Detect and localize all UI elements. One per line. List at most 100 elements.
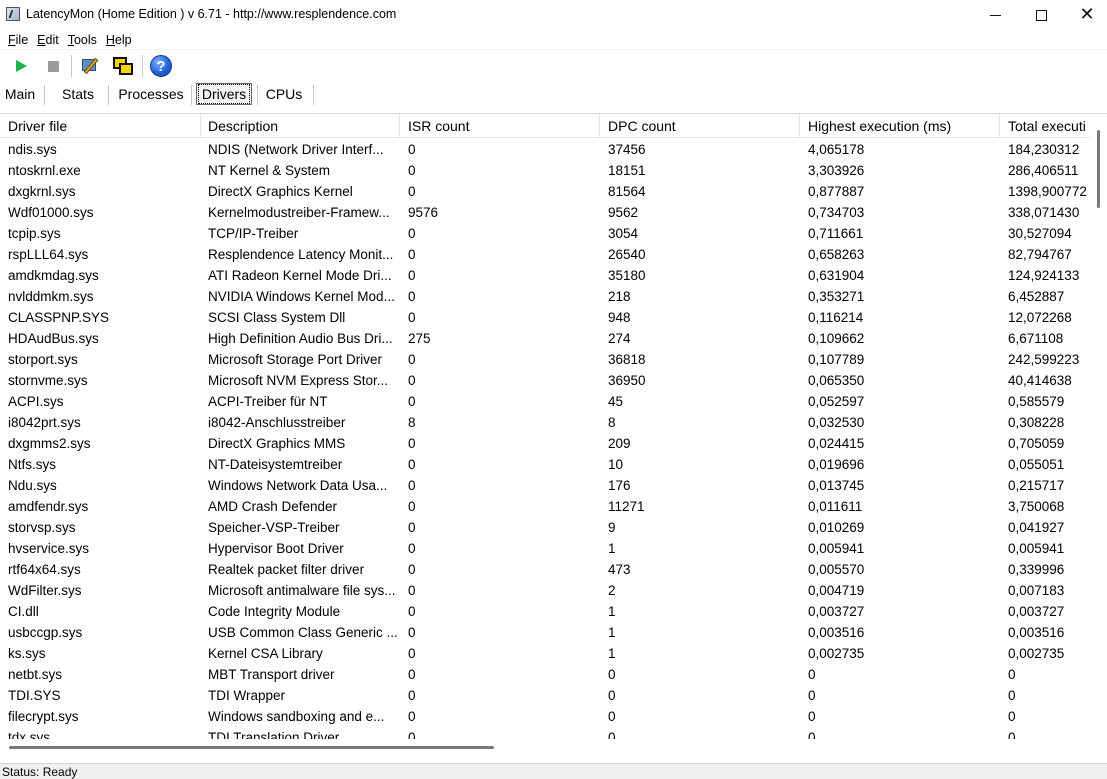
table-cell: Wdf01000.sys	[8, 205, 94, 220]
table-cell: tdx.sys	[8, 730, 51, 739]
start-button[interactable]	[9, 54, 33, 78]
table-row[interactable]: TDI.SYS TDI Wrapper 0 0 0 0	[0, 685, 1090, 706]
table-row[interactable]: storport.sys Microsoft Storage Port Drive…	[0, 349, 1090, 370]
table-cell: 0,024415	[808, 436, 865, 451]
column-header-isr-count[interactable]: ISR count	[400, 114, 600, 138]
table-cell: 9	[608, 520, 616, 535]
tab-cpus-label: CPUs	[265, 86, 303, 102]
help-button[interactable]: ?	[149, 54, 173, 78]
table-row[interactable]: HDAudBus.sys High Definition Audio Bus Dr…	[0, 328, 1090, 349]
tab-divider	[257, 85, 258, 105]
table-cell: Hypervisor Boot Driver	[208, 541, 344, 556]
table-row[interactable]: storvsp.sys Speicher-VSP-Treiber 0 9 0,01026…	[0, 517, 1090, 538]
table-row[interactable]: ks.sys Kernel CSA Library 0 1 0,002735 0,0027…	[0, 643, 1090, 664]
tab-drivers-label: Drivers	[197, 84, 251, 104]
windows-button[interactable]	[111, 54, 135, 78]
drivers-list[interactable]: Driver file Description ISR count DPC co…	[0, 113, 1107, 751]
table-cell: dxgmms2.sys	[8, 436, 91, 451]
table-row[interactable]: Ntfs.sys NT-Dateisystemtreiber 0 10 0,019696…	[0, 454, 1090, 475]
table-row[interactable]: tcpip.sys TCP/IP-Treiber 0 3054 0,711661 30,5…	[0, 223, 1090, 244]
table-cell: 3,750068	[1008, 499, 1065, 514]
table-cell: 0	[608, 667, 616, 682]
table-cell: 1	[608, 625, 616, 640]
table-cell: 37456	[608, 142, 646, 157]
table-cell: 0,003516	[808, 625, 865, 640]
table-cell: 0	[408, 163, 416, 178]
table-row[interactable]: tdx.sys TDI Translation Driver 0 0 0 0	[0, 727, 1090, 739]
tab-main[interactable]: Main	[0, 83, 40, 105]
table-cell: 0	[1008, 667, 1016, 682]
minimize-button[interactable]	[972, 0, 1018, 30]
table-row[interactable]: filecrypt.sys Windows sandboxing and e...…	[0, 706, 1090, 727]
tab-processes[interactable]: Processes	[116, 83, 186, 105]
table-cell: DirectX Graphics MMS	[208, 436, 346, 451]
table-cell: amdfendr.sys	[8, 499, 89, 514]
column-header-driver-file[interactable]: Driver file	[0, 114, 201, 138]
table-cell: rspLLL64.sys	[8, 247, 89, 262]
table-cell: 0,005941	[808, 541, 865, 556]
table-row[interactable]: stornvme.sys Microsoft NVM Express Stor..…	[0, 370, 1090, 391]
table-cell: CI.dll	[8, 604, 39, 619]
table-row[interactable]: CI.dll Code Integrity Module 0 1 0,003727 0,0…	[0, 601, 1090, 622]
tab-stats[interactable]: Stats	[55, 83, 101, 105]
table-cell: amdkmdag.sys	[8, 268, 99, 283]
table-row[interactable]: ndis.sys NDIS (Network Driver Interf... 0 3…	[0, 139, 1090, 160]
table-cell: 3054	[608, 226, 639, 241]
table-cell: 0	[608, 709, 616, 724]
table-row[interactable]: usbccgp.sys USB Common Class Generic ... 0…	[0, 622, 1090, 643]
table-row[interactable]: Ndu.sys Windows Network Data Usa... 0 176 0,…	[0, 475, 1090, 496]
table-row[interactable]: nvlddmkm.sys NVIDIA Windows Kernel Mod...…	[0, 286, 1090, 307]
column-header-dpc-count[interactable]: DPC count	[600, 114, 800, 138]
table-cell: 0	[408, 268, 416, 283]
table-row[interactable]: WdFilter.sys Microsoft antimalware file s…	[0, 580, 1090, 601]
stop-button[interactable]	[41, 54, 65, 78]
maximize-button[interactable]	[1018, 0, 1064, 30]
vertical-scroll-thumb[interactable]	[1097, 130, 1100, 208]
tab-drivers[interactable]: Drivers	[196, 83, 252, 105]
table-row[interactable]: CLASSPNP.SYS SCSI Class System Dll 0 948 0,1…	[0, 307, 1090, 328]
table-cell: 0	[408, 646, 416, 661]
table-cell: 0	[808, 730, 816, 739]
column-header-highest-execution[interactable]: Highest execution (ms)	[800, 114, 1000, 138]
tab-cpus[interactable]: CPUs	[262, 83, 306, 105]
table-row[interactable]: rspLLL64.sys Resplendence Latency Monit..…	[0, 244, 1090, 265]
table-row[interactable]: netbt.sys MBT Transport driver 0 0 0 0	[0, 664, 1090, 685]
table-row[interactable]: dxgmms2.sys DirectX Graphics MMS 0 209 0,024…	[0, 433, 1090, 454]
horizontal-scrollbar[interactable]	[0, 741, 1090, 751]
table-cell: WdFilter.sys	[8, 583, 82, 598]
maximize-icon	[1035, 9, 1047, 21]
table-row[interactable]: ACPI.sys ACPI-Treiber für NT 0 45 0,052597 0,…	[0, 391, 1090, 412]
menu-tools[interactable]: Tools	[64, 33, 102, 47]
table-cell: Speicher-VSP-Treiber	[208, 520, 340, 535]
table-cell: ks.sys	[8, 646, 46, 661]
table-cell: Kernelmodustreiber-Framew...	[208, 205, 390, 220]
menu-help[interactable]: Help	[102, 33, 137, 47]
table-cell: 1	[608, 541, 616, 556]
table-cell: 0	[1008, 730, 1016, 739]
table-row[interactable]: amdfendr.sys AMD Crash Defender 0 11271 0,01…	[0, 496, 1090, 517]
toolbar-separator	[71, 55, 72, 77]
table-cell: Resplendence Latency Monit...	[208, 247, 394, 262]
table-cell: 0,010269	[808, 520, 865, 535]
table-row[interactable]: amdkmdag.sys ATI Radeon Kernel Mode Dri..…	[0, 265, 1090, 286]
tools-button[interactable]	[79, 54, 103, 78]
table-row[interactable]: hvservice.sys Hypervisor Boot Driver 0 1 0,0…	[0, 538, 1090, 559]
table-cell: 0	[408, 667, 416, 682]
table-row[interactable]: Wdf01000.sys Kernelmodustreiber-Framew...…	[0, 202, 1090, 223]
vertical-scrollbar[interactable]	[1090, 114, 1107, 751]
table-row[interactable]: i8042prt.sys i8042-Anschlusstreiber 8 8 0,03…	[0, 412, 1090, 433]
table-cell: 0	[808, 688, 816, 703]
table-cell: 6,452887	[1008, 289, 1065, 304]
table-row[interactable]: rtf64x64.sys Realtek packet filter driver…	[0, 559, 1090, 580]
table-row[interactable]: dxgkrnl.sys DirectX Graphics Kernel 0 81564…	[0, 181, 1090, 202]
horizontal-scroll-thumb[interactable]	[9, 746, 494, 749]
column-header-description[interactable]: Description	[200, 114, 400, 138]
table-cell: 0,658263	[808, 247, 865, 262]
column-header-total-execution[interactable]: Total executi	[1000, 114, 1090, 138]
menu-file[interactable]: File	[4, 33, 33, 47]
table-cell: NT-Dateisystemtreiber	[208, 457, 343, 472]
table-cell: 0	[1008, 688, 1016, 703]
menu-edit[interactable]: Edit	[33, 33, 64, 47]
table-row[interactable]: ntoskrnl.exe NT Kernel & System 0 18151 3,30…	[0, 160, 1090, 181]
close-button[interactable]: ✕	[1064, 0, 1107, 30]
